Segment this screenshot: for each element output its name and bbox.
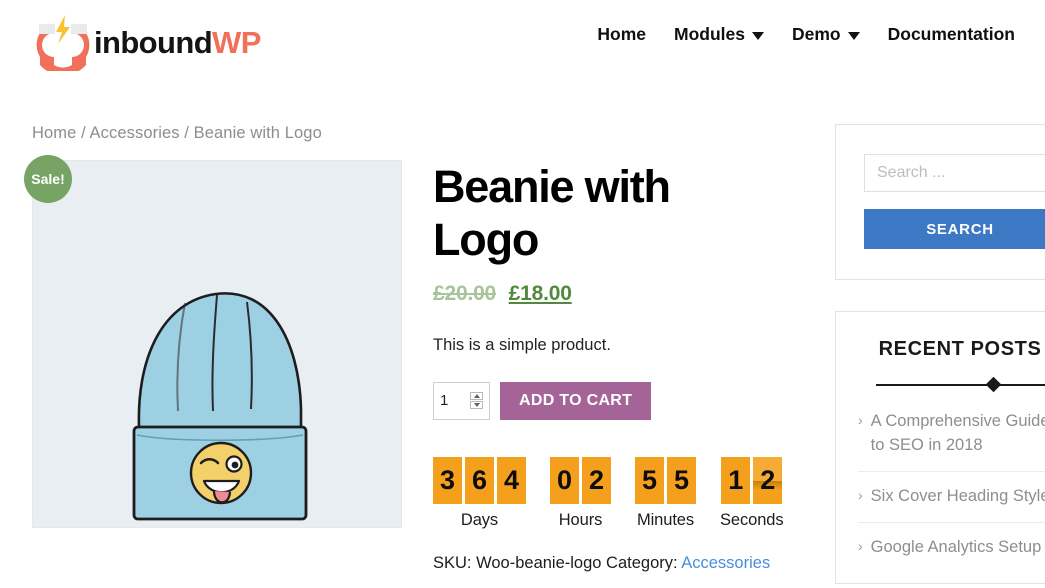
countdown-digit-value: 2 — [760, 465, 776, 495]
product-image[interactable] — [32, 160, 402, 528]
countdown-digits-minutes: 5 5 — [635, 457, 696, 504]
nav-label-documentation: Documentation — [887, 24, 1015, 44]
nav-item-home[interactable]: Home — [583, 24, 660, 45]
recent-posts-title: RECENT POSTS — [878, 338, 1042, 360]
countdown-digits-hours: 0 2 — [550, 457, 611, 504]
price-sale: £18.00 — [508, 282, 572, 306]
chevron-right-icon: › — [858, 486, 863, 503]
quantity-value[interactable]: 1 — [440, 392, 466, 409]
site-logo[interactable]: inboundWP — [32, 8, 261, 76]
product-summary: Beanie with Logo £20.00 £18.00 This is a… — [433, 160, 823, 420]
countdown-group-seconds: 1 2 Seconds — [720, 457, 784, 530]
recent-post-link[interactable]: Six Cover Heading Styles — [871, 485, 1045, 509]
product-page: inboundWP Home Modules Demo Documentatio… — [0, 0, 1045, 588]
recent-posts-widget: RECENT POSTS › A Comprehensive Guide to … — [835, 311, 1045, 584]
logo-text-accent: WP — [212, 24, 261, 60]
quantity-increment-icon[interactable] — [470, 392, 483, 401]
quantity-stepper[interactable]: 1 — [433, 381, 490, 420]
chevron-down-icon — [847, 32, 860, 40]
countdown-digit: 5 — [667, 457, 696, 504]
product-category-link[interactable]: Accessories — [681, 554, 770, 572]
magnet-icon — [32, 13, 94, 71]
list-item[interactable]: › Google Analytics Setup — [858, 523, 1045, 573]
add-to-cart-form: 1 ADD TO CART — [433, 381, 823, 420]
search-input[interactable] — [864, 154, 1045, 192]
price-row: £20.00 £18.00 — [433, 282, 823, 306]
logo-wordmark: inboundWP — [94, 27, 261, 58]
countdown-label-minutes: Minutes — [636, 511, 695, 529]
countdown-group-hours: 0 2 Hours — [550, 457, 611, 530]
product-meta: SKU: Woo-beanie-logo Category: Accessori… — [433, 554, 770, 573]
divider-line — [876, 384, 1045, 386]
quantity-spinner[interactable] — [470, 392, 483, 410]
recent-post-link[interactable]: Google Analytics Setup — [871, 536, 1042, 560]
countdown-digit: 6 — [465, 457, 494, 504]
countdown-digit: 5 — [635, 457, 664, 504]
product-sku-text: SKU: Woo-beanie-logo Category: — [433, 554, 682, 572]
nav-item-demo[interactable]: Demo — [778, 24, 874, 45]
countdown-digit: 1 — [721, 457, 751, 504]
product-short-description: This is a simple product. — [433, 336, 611, 355]
countdown-group-minutes: 5 5 Minutes — [635, 457, 696, 530]
nav-item-documentation[interactable]: Documentation — [874, 24, 1029, 45]
countdown-digit: 2 — [582, 457, 611, 504]
nav-label-modules: Modules — [674, 24, 745, 44]
sidebar: SEARCH RECENT POSTS › A Comprehensive Gu… — [835, 124, 1045, 588]
list-item[interactable]: › A Comprehensive Guide to SEO in 2018 — [858, 397, 1045, 472]
countdown-label-days: Days — [460, 511, 499, 529]
logo-text-primary: inbound — [94, 24, 213, 60]
countdown-digits-days: 3 6 4 — [433, 457, 526, 504]
site-header: inboundWP Home Modules Demo Documentatio… — [0, 0, 1045, 86]
countdown-group-days: 3 6 4 Days — [433, 457, 526, 530]
countdown-digit: 3 — [433, 457, 462, 504]
breadcrumb[interactable]: Home / Accessories / Beanie with Logo — [32, 124, 322, 143]
search-widget: SEARCH — [835, 124, 1045, 280]
add-to-cart-button[interactable]: ADD TO CART — [500, 381, 652, 420]
nav-item-modules[interactable]: Modules — [660, 24, 778, 45]
search-button[interactable]: SEARCH — [864, 209, 1045, 249]
countdown-digit: 4 — [497, 457, 526, 504]
main-navigation: Home Modules Demo Documentation — [583, 24, 1029, 45]
section-divider — [858, 376, 1045, 393]
quantity-decrement-icon[interactable] — [470, 401, 483, 410]
list-item[interactable]: › Six Cover Heading Styles — [858, 472, 1045, 523]
chevron-right-icon: › — [858, 537, 863, 554]
countdown-timer: 3 6 4 Days 0 2 Hours 5 5 Minutes 1 2 Sec… — [433, 457, 784, 530]
countdown-digits-seconds: 1 2 — [721, 457, 783, 504]
divider-diamond-icon — [985, 376, 1002, 393]
nav-label-demo: Demo — [792, 24, 841, 44]
sale-badge: Sale! — [24, 155, 72, 203]
recent-post-link[interactable]: A Comprehensive Guide to SEO in 2018 — [871, 410, 1045, 458]
countdown-label-hours: Hours — [558, 511, 603, 529]
price-original: £20.00 — [433, 282, 497, 306]
countdown-digit-flipping: 2 — [753, 457, 783, 504]
chevron-right-icon: › — [858, 412, 863, 428]
page-title: Beanie with Logo — [433, 161, 671, 266]
nav-label-home: Home — [597, 24, 647, 44]
countdown-label-seconds: Seconds — [720, 511, 784, 529]
countdown-digit: 0 — [550, 457, 579, 504]
chevron-down-icon — [752, 32, 764, 40]
